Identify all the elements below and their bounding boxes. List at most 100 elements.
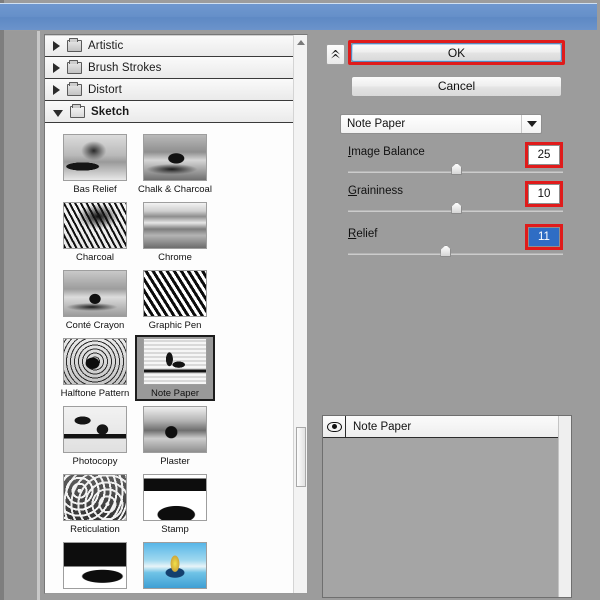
filter-category-artistic[interactable]: Artistic — [45, 35, 293, 57]
layer-visibility-toggle[interactable] — [323, 416, 346, 437]
filter-thumbnail-label: Torn Edges — [71, 592, 119, 593]
filter-thumbnail-label: Graphic Pen — [148, 320, 202, 331]
scrollbar-thumb[interactable] — [296, 427, 306, 487]
chevron-down-icon[interactable] — [53, 109, 63, 117]
filter-preview-image — [143, 474, 207, 521]
filter-thumbnail[interactable]: Chalk & Charcoal — [135, 131, 215, 197]
filter-thumbnail-label: Stamp — [161, 524, 189, 535]
filter-thumbnail-label: Reticulation — [70, 524, 120, 535]
slider-value-input-relief[interactable]: 11 — [528, 227, 560, 247]
filter-browser-scrollbar[interactable] — [293, 35, 307, 593]
filter-thumbnail[interactable]: Stamp — [135, 471, 215, 537]
filter-preview-art — [144, 407, 206, 452]
filter-thumbnail[interactable]: Bas Relief — [55, 131, 135, 197]
filter-thumbnail-label: Chalk & Charcoal — [138, 184, 212, 195]
filter-preview-image — [143, 542, 207, 589]
filter-preview-art — [64, 271, 126, 316]
filter-thumbnail-label: Charcoal — [75, 252, 115, 263]
filter-thumbnail[interactable]: Reticulation — [55, 471, 135, 537]
chevron-right-icon[interactable] — [53, 41, 60, 51]
filter-category-label: Artistic — [88, 40, 124, 52]
filter-preview-image — [63, 134, 127, 181]
filter-category-brush-strokes[interactable]: Brush Strokes — [45, 57, 293, 79]
filter-select-dropdown[interactable]: Note Paper — [340, 114, 542, 134]
filter-thumbnail-label: Conté Crayon — [65, 320, 125, 331]
filter-preview-image — [143, 202, 207, 249]
slider-label-image-balance: Image Balance — [348, 146, 425, 158]
document-preview-inner — [37, 31, 40, 600]
filter-preview-image — [143, 406, 207, 453]
double-chevron-up-icon — [331, 49, 340, 60]
filter-layer-row[interactable]: Note Paper — [323, 416, 571, 438]
filter-thumbnail[interactable]: Plaster — [135, 403, 215, 469]
filter-thumbnail-selected[interactable]: Note Paper — [135, 335, 215, 401]
filter-category-distort[interactable]: Distort — [45, 79, 293, 101]
filter-preview-image — [63, 202, 127, 249]
filter-preview-art — [64, 475, 126, 520]
filter-preview-image — [63, 474, 127, 521]
folder-icon — [67, 81, 82, 96]
filter-preview-image — [143, 134, 207, 181]
filter-category-label: Brush Strokes — [88, 61, 162, 74]
filter-thumbnail-label: Note Paper — [150, 388, 200, 399]
filter-layers-list: Note Paper — [323, 416, 571, 438]
filter-preview-art — [64, 135, 126, 180]
filter-thumbnail-label: Halftone Pattern — [60, 388, 130, 399]
filter-thumbnail-grid: Bas Relief Chalk & Charcoal Charcoal Chrome… — [45, 123, 293, 593]
folder-icon — [67, 59, 82, 74]
filter-preview-art — [64, 543, 126, 588]
slider-knob-graininess[interactable] — [451, 202, 463, 214]
eye-icon — [326, 421, 342, 432]
folder-icon — [67, 38, 82, 52]
slider-label-graininess: Graininess — [348, 185, 403, 197]
filter-preview-art — [144, 271, 206, 316]
ok-button[interactable]: OK — [351, 43, 562, 62]
filter-layers-empty-area — [323, 438, 571, 597]
filter-layers-panel: Note Paper — [322, 415, 572, 598]
filter-layers-scrollbar[interactable] — [558, 416, 571, 597]
filter-thumbnail-label: Bas Relief — [73, 184, 117, 195]
chevron-right-icon[interactable] — [53, 62, 60, 73]
filter-category-sketch[interactable]: Sketch — [45, 101, 293, 123]
filter-gallery-window: Artistic Brush Strokes Distort Sketch Bas Re… — [0, 0, 600, 600]
folder-icon — [70, 103, 85, 118]
filter-category-label: Distort — [88, 83, 122, 96]
filter-preview-image — [63, 406, 127, 453]
filter-thumbnail[interactable]: Charcoal — [55, 199, 135, 265]
slider-track-relief[interactable] — [348, 253, 563, 255]
filter-thumbnail-label: Water Paper — [149, 592, 202, 593]
window-titlebar[interactable] — [0, 3, 597, 30]
filter-preview-art — [144, 339, 206, 384]
filter-thumbnail[interactable]: Torn Edges — [55, 539, 135, 593]
filter-preview-art — [144, 203, 206, 248]
filter-thumbnail[interactable]: Graphic Pen — [135, 267, 215, 333]
filter-preview-image — [63, 338, 127, 385]
filter-thumbnail[interactable]: Photocopy — [55, 403, 135, 469]
filter-preview-art — [64, 407, 126, 452]
chevron-right-icon[interactable] — [53, 84, 60, 95]
cancel-button[interactable]: Cancel — [351, 76, 562, 97]
filter-thumbnail[interactable]: Chrome — [135, 199, 215, 265]
slider-value-input-image-balance[interactable]: 25 — [528, 145, 560, 165]
slider-value-input-graininess[interactable]: 10 — [528, 184, 560, 204]
slider-knob-relief[interactable] — [440, 245, 452, 257]
chevron-down-icon[interactable] — [521, 115, 541, 133]
filter-preview-art — [144, 543, 206, 588]
filter-browser: Artistic Brush Strokes Distort Sketch Bas Re… — [44, 34, 308, 594]
filter-preview-image — [63, 270, 127, 317]
filter-thumbnail[interactable]: Water Paper — [135, 539, 215, 593]
filter-preview-image — [143, 338, 207, 385]
filter-thumbnail[interactable]: Conté Crayon — [55, 267, 135, 333]
filter-browser-scroll-area: Artistic Brush Strokes Distort Sketch Bas Re… — [45, 35, 293, 593]
slider-knob-image-balance[interactable] — [451, 163, 463, 175]
filter-category-label: Sketch — [91, 105, 130, 118]
filter-thumbnail-label: Photocopy — [72, 456, 118, 467]
filter-layer-name: Note Paper — [353, 420, 412, 433]
filter-thumbnail[interactable]: Halftone Pattern — [55, 335, 135, 401]
filter-preview-art — [64, 339, 126, 384]
filter-thumbnail-label: Chrome — [158, 252, 192, 263]
collapse-panel-button[interactable] — [326, 44, 345, 65]
filter-preview-art — [64, 203, 126, 248]
scroll-up-arrow-icon[interactable] — [295, 36, 307, 49]
filter-preview-image — [143, 270, 207, 317]
